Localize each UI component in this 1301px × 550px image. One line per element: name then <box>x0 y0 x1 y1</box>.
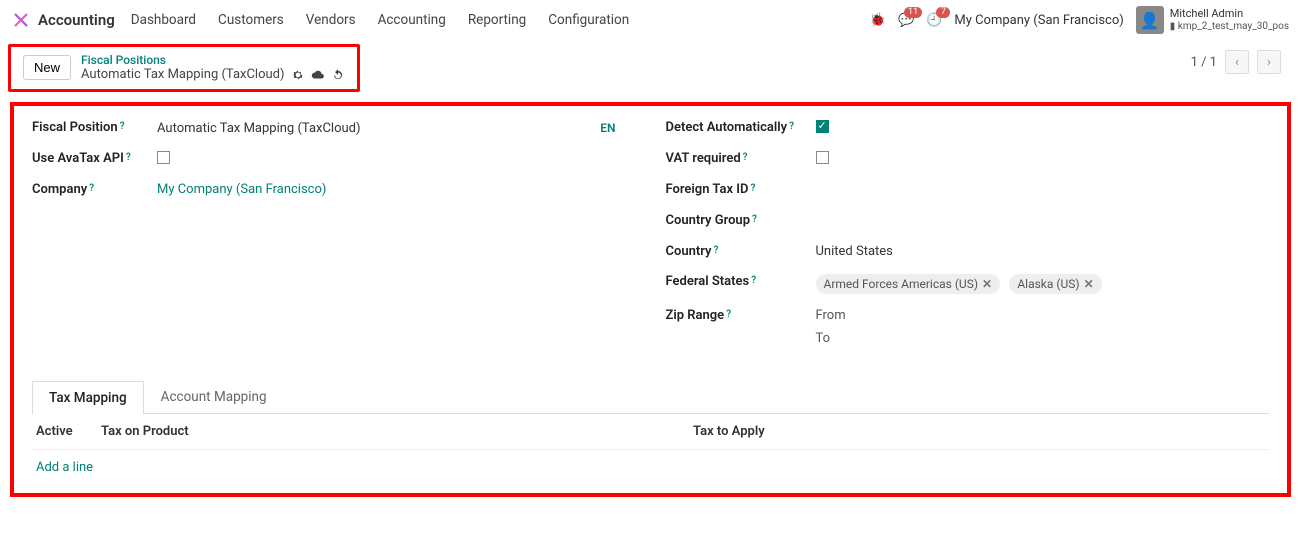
add-line-link[interactable]: Add a line <box>32 450 1269 485</box>
tabs: Tax Mapping Account Mapping <box>32 380 1269 414</box>
new-button[interactable]: New <box>23 55 71 80</box>
pager-text: 1 / 1 <box>1191 55 1217 70</box>
state-tag: Armed Forces Americas (US)✕ <box>816 274 1001 294</box>
app-title[interactable]: Accounting <box>38 11 115 29</box>
nav-accounting[interactable]: Accounting <box>378 12 446 28</box>
zip-range-label: Zip Range? <box>666 308 806 325</box>
use-avatax-label: Use AvaTax API? <box>32 151 147 168</box>
help-icon[interactable]: ? <box>789 120 794 133</box>
activities-badge: 7 <box>936 7 950 19</box>
help-icon[interactable]: ? <box>120 120 125 133</box>
nav-configuration[interactable]: Configuration <box>548 12 629 28</box>
cloud-icon[interactable] <box>311 68 325 82</box>
federal-states-label: Federal States? <box>666 274 806 291</box>
messages-icon[interactable]: 💬11 <box>898 13 914 28</box>
col-active: Active <box>36 424 81 439</box>
company-value[interactable]: My Company (San Francisco) <box>157 182 326 197</box>
federal-states-tags[interactable]: Armed Forces Americas (US)✕ Alaska (US)✕ <box>816 274 1108 294</box>
country-group-label: Country Group? <box>666 213 806 230</box>
zip-to[interactable]: To <box>816 331 846 346</box>
topbar: Accounting Dashboard Customers Vendors A… <box>0 0 1301 40</box>
country-value[interactable]: United States <box>816 244 893 259</box>
help-icon[interactable]: ? <box>751 274 756 287</box>
use-avatax-checkbox[interactable] <box>157 151 170 164</box>
help-icon[interactable]: ? <box>89 182 94 195</box>
activities-icon[interactable]: 🕘7 <box>926 13 942 28</box>
state-tag: Alaska (US)✕ <box>1009 274 1101 294</box>
messages-badge: 11 <box>904 7 922 19</box>
pager-next[interactable]: › <box>1257 50 1281 74</box>
breadcrumb: Fiscal Positions Automatic Tax Mapping (… <box>81 53 345 83</box>
country-label: Country? <box>666 244 806 261</box>
help-icon[interactable]: ? <box>714 244 719 257</box>
tag-remove-icon[interactable]: ✕ <box>1084 277 1094 291</box>
user-lines: Mitchell Admin ▮ kmp_2_test_may_30_pos <box>1170 8 1289 31</box>
foreign-tax-label: Foreign Tax ID? <box>666 182 806 199</box>
bug-icon[interactable]: 🐞 <box>870 13 886 28</box>
fiscal-position-value[interactable]: Automatic Tax Mapping (TaxCloud) <box>157 121 361 136</box>
detect-auto-label: Detect Automatically? <box>666 120 806 137</box>
db-name: ▮ kmp_2_test_may_30_pos <box>1170 21 1289 32</box>
app-logo-icon <box>12 11 30 29</box>
nav-menu: Dashboard Customers Vendors Accounting R… <box>131 12 629 28</box>
tab-tax-mapping[interactable]: Tax Mapping <box>32 381 144 414</box>
vat-required-checkbox[interactable] <box>816 151 829 164</box>
company-selector[interactable]: My Company (San Francisco) <box>954 13 1123 28</box>
left-column: Fiscal Position? Automatic Tax Mapping (… <box>32 120 636 360</box>
nav-reporting[interactable]: Reporting <box>468 12 526 28</box>
topbar-right: 🐞 💬11 🕘7 My Company (San Francisco) 👤 Mi… <box>870 6 1289 34</box>
col-tax-apply: Tax to Apply <box>693 424 1265 439</box>
help-icon[interactable]: ? <box>126 151 131 164</box>
zip-from[interactable]: From <box>816 308 846 323</box>
user-menu[interactable]: 👤 Mitchell Admin ▮ kmp_2_test_may_30_pos <box>1136 6 1289 34</box>
help-icon[interactable]: ? <box>726 308 731 321</box>
nav-vendors[interactable]: Vendors <box>306 12 356 28</box>
vat-required-label: VAT required? <box>666 151 806 168</box>
gear-icon[interactable] <box>291 68 305 82</box>
fiscal-position-label: Fiscal Position? <box>32 120 147 137</box>
user-name: Mitchell Admin <box>1170 8 1289 20</box>
col-tax-product: Tax on Product <box>101 424 673 439</box>
refresh-icon[interactable] <box>331 68 345 82</box>
nav-customers[interactable]: Customers <box>218 12 284 28</box>
pager: 1 / 1 ‹ › <box>1191 50 1281 74</box>
help-icon[interactable]: ? <box>750 182 755 195</box>
breadcrumb-bar: New Fiscal Positions Automatic Tax Mappi… <box>8 44 360 92</box>
company-label: Company? <box>32 182 147 199</box>
pager-prev[interactable]: ‹ <box>1225 50 1249 74</box>
tag-remove-icon[interactable]: ✕ <box>982 277 992 291</box>
help-icon[interactable]: ? <box>743 151 748 164</box>
form-sheet: Fiscal Position? Automatic Tax Mapping (… <box>10 102 1291 497</box>
avatar: 👤 <box>1136 6 1164 34</box>
breadcrumb-parent[interactable]: Fiscal Positions <box>81 53 345 67</box>
detect-auto-checkbox[interactable] <box>816 120 829 133</box>
tab-account-mapping[interactable]: Account Mapping <box>144 380 284 413</box>
right-column: Detect Automatically? VAT required? Fore… <box>666 120 1270 360</box>
nav-dashboard[interactable]: Dashboard <box>131 12 196 28</box>
breadcrumb-current: Automatic Tax Mapping (TaxCloud) <box>81 67 345 83</box>
help-icon[interactable]: ? <box>752 213 757 226</box>
table-header: Active Tax on Product Tax to Apply <box>32 414 1269 450</box>
lang-tag[interactable]: EN <box>600 121 635 135</box>
